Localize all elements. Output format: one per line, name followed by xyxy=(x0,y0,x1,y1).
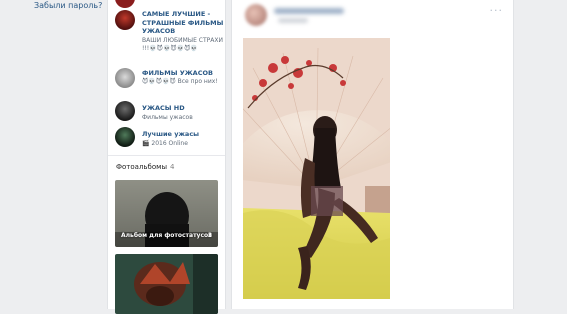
group-avatar[interactable] xyxy=(115,101,135,121)
album-card[interactable]: Альбом для фотостатусов 3 xyxy=(115,180,218,247)
album-card[interactable] xyxy=(115,254,218,314)
post-date[interactable] xyxy=(278,18,308,23)
albums-header[interactable]: Фотоальбомы 4 xyxy=(116,163,174,171)
group-subtitle: ВАШИ ЛЮБИМЫЕ СТРАХИ !!!💀😈💀😈💀😈💀 xyxy=(142,37,223,52)
albums-title[interactable]: Фотоальбомы xyxy=(116,163,167,171)
group-subtitle: 😈💀😈💀😈 Все про них! xyxy=(142,78,218,85)
group-avatar[interactable] xyxy=(115,68,135,88)
post-more-icon[interactable]: ··· xyxy=(490,4,504,17)
post-photo[interactable] xyxy=(243,38,390,299)
album-caption: Альбом для фотостатусов xyxy=(121,232,212,239)
albums-count: 4 xyxy=(169,163,175,171)
group-item[interactable]: ФИЛЬМЫ УЖАСОВ 😈💀😈💀😈 Все про них! xyxy=(115,68,223,98)
group-item-cut[interactable] xyxy=(115,0,223,8)
group-item[interactable]: САМЫЕ ЛУЧШИЕ - СТРАШНЫЕ ФИЛЬМЫ УЖАСОВ ВА… xyxy=(115,10,223,66)
post-author-avatar[interactable] xyxy=(245,4,267,26)
group-title[interactable]: Лучшие ужасы xyxy=(142,130,224,139)
group-subtitle: 🎬 2016 Online xyxy=(142,140,188,147)
group-avatar[interactable] xyxy=(115,0,135,8)
group-item[interactable]: Лучшие ужасы 🎬 2016 Online xyxy=(115,127,223,149)
group-avatar[interactable] xyxy=(115,127,135,147)
group-subtitle: Фильмы ужасов xyxy=(142,114,193,121)
album-photo-count: 3 xyxy=(207,232,212,239)
group-title[interactable]: УЖАСЫ HD xyxy=(142,104,224,113)
post-card: ··· xyxy=(231,0,514,309)
post-author-name[interactable] xyxy=(274,8,344,14)
album-cover-image xyxy=(115,254,218,314)
group-item[interactable]: УЖАСЫ HD Фильмы ужасов xyxy=(115,101,223,123)
left-sidebar-card: САМЫЕ ЛУЧШИЕ - СТРАШНЫЕ ФИЛЬМЫ УЖАСОВ ВА… xyxy=(107,0,226,314)
group-title[interactable]: САМЫЕ ЛУЧШИЕ - СТРАШНЫЕ ФИЛЬМЫ УЖАСОВ xyxy=(142,10,224,36)
group-title[interactable]: ФИЛЬМЫ УЖАСОВ xyxy=(142,69,224,78)
post-photo-image xyxy=(243,38,390,299)
divider xyxy=(108,155,225,156)
group-avatar[interactable] xyxy=(115,10,135,30)
forgot-password-link[interactable]: Забыли пароль? xyxy=(34,1,102,10)
